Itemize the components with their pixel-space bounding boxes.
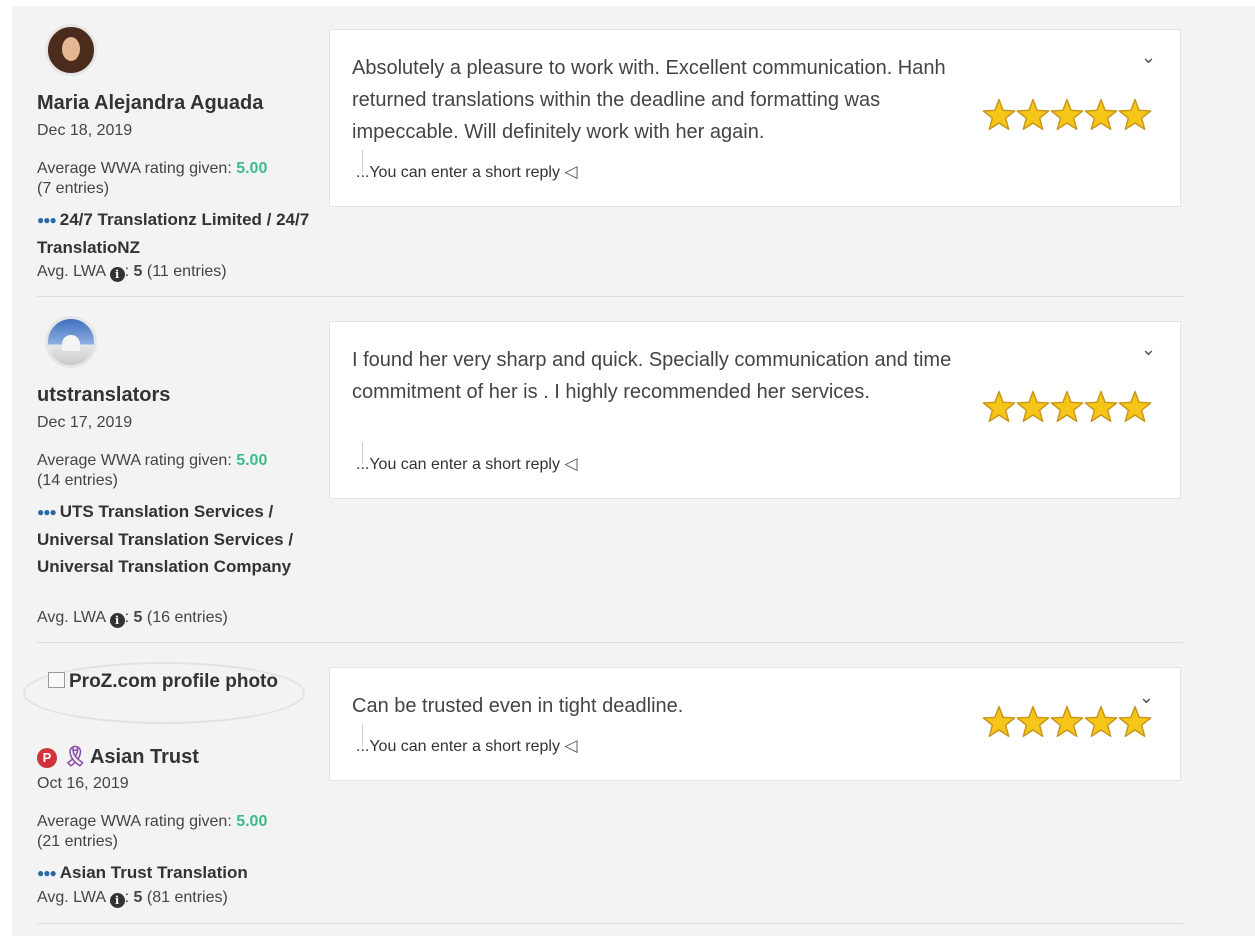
star-icon <box>1016 705 1050 738</box>
globe-ribbon-icon: 🎗 <box>62 746 88 768</box>
review-date: Oct 16, 2019 <box>37 775 129 792</box>
review-card: I found her very sharp and quick. Specia… <box>329 321 1181 499</box>
review-date: Dec 18, 2019 <box>37 122 133 139</box>
avg-rating-label: Average WWA rating given: <box>37 160 237 177</box>
info-icon[interactable]: i <box>109 267 125 282</box>
profile-photo-alt: ProZ.com profile photo <box>48 666 288 697</box>
review-card: Absolutely a pleasure to work with. Exce… <box>329 29 1181 207</box>
avg-lwa-label: Avg. LWA <box>37 609 106 626</box>
avg-rating-label: Average WWA rating given: <box>37 452 237 469</box>
review-text: Absolutely a pleasure to work with. Exce… <box>352 57 946 143</box>
proz-badge-icon: P <box>37 748 57 768</box>
reviewer-name[interactable]: utstranslators <box>37 384 170 407</box>
paper-plane-icon[interactable]: ◁ <box>564 162 577 181</box>
avg-rating-value: 5.00 <box>236 160 268 177</box>
broken-image-icon <box>48 672 65 688</box>
star-icon <box>1016 390 1050 423</box>
avg-lwa-value: 5 <box>133 609 143 626</box>
avg-rating-value: 5.00 <box>236 813 268 830</box>
info-icon[interactable]: i <box>109 893 125 908</box>
company-link[interactable]: ●●● 24/7 Translationz Limited / 24/7 Tran… <box>37 206 322 261</box>
avg-rating-entries: (21 entries) <box>37 833 118 850</box>
star-icon <box>1050 390 1084 423</box>
team-icon: ●●● <box>37 213 57 227</box>
star-icon <box>1084 390 1118 423</box>
avg-rating-line: Average WWA rating given: 5.00 <box>37 158 267 180</box>
avg-rating-line: Average WWA rating given: 5.00 <box>37 450 267 472</box>
avg-lwa-value: 5 <box>133 889 143 906</box>
reviews-panel: Maria Alejandra Aguada Dec 18, 2019 Aver… <box>12 6 1255 936</box>
reply-placeholder: ...You can enter a short reply <box>356 456 560 473</box>
avg-rating-label: Average WWA rating given: <box>37 813 237 830</box>
review-date: Dec 17, 2019 <box>37 414 133 431</box>
avatar[interactable] <box>45 316 97 368</box>
chevron-down-icon[interactable]: ⌄ <box>1141 48 1156 66</box>
info-icon[interactable]: i <box>109 613 125 628</box>
avatar[interactable] <box>45 24 97 76</box>
avg-lwa-line: Avg. LWA i: 5 (11 entries) <box>37 263 227 282</box>
reply-placeholder: ...You can enter a short reply <box>356 164 560 181</box>
star-rating-svg <box>982 705 1152 738</box>
paper-plane-icon[interactable]: ◁ <box>564 736 577 755</box>
company-name: UTS Translation Services / Universal Tra… <box>37 502 294 576</box>
avg-lwa-label: Avg. LWA <box>37 889 106 906</box>
star-icon <box>1016 98 1050 131</box>
avg-lwa-line: Avg. LWA i: 5 (16 entries) <box>37 609 228 628</box>
company-name: Asian Trust Translation <box>59 863 248 882</box>
avg-rating-line: Average WWA rating given: 5.00 <box>37 811 267 833</box>
reviewer-name[interactable]: Maria Alejandra Aguada <box>37 92 263 115</box>
avg-lwa-entries: (81 entries) <box>146 889 228 906</box>
company-link[interactable]: ●●● UTS Translation Services / Universal … <box>37 498 322 580</box>
paper-plane-icon[interactable]: ◁ <box>564 454 577 473</box>
chevron-down-icon[interactable]: ⌄ <box>1141 340 1156 358</box>
star-rating-svg <box>982 98 1152 131</box>
star-icon <box>1050 98 1084 131</box>
star-icon <box>982 98 1016 131</box>
avg-rating-entries: (14 entries) <box>37 472 118 489</box>
reply-input[interactable]: ...You can enter a short reply ◁ <box>356 454 578 474</box>
review-entry: utstranslators Dec 17, 2019 Average WWA … <box>37 316 1183 643</box>
star-icon <box>1050 705 1084 738</box>
avg-lwa-label: Avg. LWA <box>37 263 106 280</box>
review-entry: ProZ.com profile photo P 🎗 Asian Trust Oc… <box>23 662 1183 924</box>
star-icon <box>982 705 1016 738</box>
star-rating <box>982 97 1152 133</box>
reply-input[interactable]: ...You can enter a short reply ◁ <box>356 162 578 182</box>
team-icon: ●●● <box>37 866 57 880</box>
star-icon <box>982 390 1016 423</box>
star-icon <box>1118 390 1152 423</box>
reviewer-name-line[interactable]: P 🎗 Asian Trust <box>37 744 199 769</box>
reply-placeholder: ...You can enter a short reply <box>356 738 560 755</box>
star-rating-svg <box>982 390 1152 423</box>
star-icon <box>1084 98 1118 131</box>
reviewer-name: Asian Trust <box>89 746 199 768</box>
avg-lwa-line: Avg. LWA i: 5 (81 entries) <box>37 889 228 908</box>
review-entry: Maria Alejandra Aguada Dec 18, 2019 Aver… <box>37 24 1183 297</box>
star-rating <box>982 389 1152 425</box>
star-icon <box>1118 705 1152 738</box>
review-card: Can be trusted even in tight deadline. .… <box>329 667 1181 781</box>
team-icon: ●●● <box>37 505 57 519</box>
star-icon <box>1084 705 1118 738</box>
company-link[interactable]: ●●● Asian Trust Translation <box>37 859 322 887</box>
review-text: I found her very sharp and quick. Specia… <box>352 349 952 403</box>
review-text: Can be trusted even in tight deadline. <box>352 695 684 717</box>
profile-photo-alt-text: ProZ.com profile photo <box>69 671 278 692</box>
avg-lwa-value: 5 <box>133 263 143 280</box>
avg-lwa-entries: (16 entries) <box>146 609 228 626</box>
avg-rating-value: 5.00 <box>236 452 268 469</box>
star-icon <box>1118 98 1152 131</box>
reply-input[interactable]: ...You can enter a short reply ◁ <box>356 736 578 756</box>
star-rating <box>982 704 1152 740</box>
avg-rating-entries: (7 entries) <box>37 180 110 197</box>
company-name: 24/7 Translationz Limited / 24/7 Transla… <box>37 210 310 257</box>
avg-lwa-entries: (11 entries) <box>146 263 227 280</box>
